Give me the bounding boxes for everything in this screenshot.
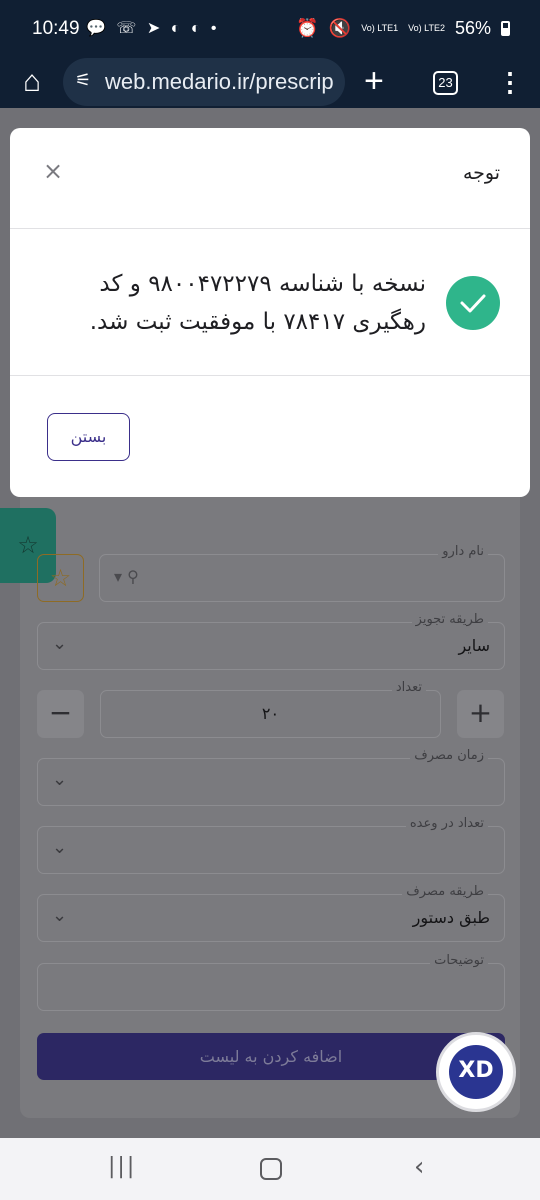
chevron-down-icon: ⌄: [52, 837, 68, 858]
check-circle-icon: [446, 276, 500, 330]
site-settings-icon[interactable]: ⚟: [75, 70, 91, 91]
drug-name-label: نام دارو: [438, 544, 488, 559]
dose-count-select[interactable]: تعداد در وعده ⌄: [37, 816, 505, 874]
modal-body: نسخه با شناسه ۹۸۰۰۴۷۲۲۷۹ و کد رهگیری ۷۸۴…: [10, 229, 530, 376]
favorite-star-button[interactable]: ☆: [37, 554, 84, 602]
status-time: 10:49: [32, 18, 80, 39]
battery-percent: 56%: [454, 18, 491, 38]
recents-icon[interactable]: |||: [108, 1154, 136, 1179]
mute-icon: 🔇: [328, 18, 352, 38]
browser-menu-icon[interactable]: ⋮: [497, 64, 523, 100]
star-icon: ☆: [49, 564, 72, 592]
home-nav-icon[interactable]: [260, 1158, 282, 1180]
browser-toolbar: ⌂ ⚟ web.medario.ir/prescrip + 23 ⋮: [0, 58, 540, 108]
battery-icon: [501, 21, 510, 36]
notes-input[interactable]: توضیحات: [37, 953, 505, 1011]
status-right: ⏰ 🔇 Vo) LTE1 Vo) LTE2 56%: [296, 18, 510, 39]
system-nav-bar: ||| ‹: [0, 1138, 540, 1200]
prescription-method-label: طریقه تجویز: [411, 612, 488, 627]
network-lte2: Vo) LTE2: [408, 23, 445, 33]
tab-switcher-button[interactable]: 23: [433, 71, 458, 95]
notes-label: توضیحات: [430, 953, 488, 968]
status-bar: 10:49 💬 ☏ ➤ ◐ ◐ • ⏰ 🔇 Vo) LTE1 Vo) LTE2 …: [0, 0, 540, 58]
drug-search-input[interactable]: نام دارو ▾ ⚲: [99, 544, 505, 602]
url-text: web.medario.ir/prescrip: [105, 69, 334, 94]
notice-modal: توجه × نسخه با شناسه ۹۸۰۰۴۷۲۲۷۹ و کد رهگ…: [10, 128, 530, 497]
new-tab-icon[interactable]: +: [364, 62, 384, 100]
brand-logo-icon: XD: [449, 1045, 503, 1099]
dropdown-search-icon: ▾ ⚲: [114, 567, 139, 586]
chevron-down-icon: ⌄: [52, 633, 68, 654]
quantity-input[interactable]: تعداد ۲۰: [100, 680, 441, 738]
success-message: نسخه با شناسه ۹۸۰۰۴۷۲۲۷۹ و کد رهگیری ۷۸۴…: [89, 271, 426, 335]
dose-count-label: تعداد در وعده: [405, 816, 488, 831]
support-chat-button[interactable]: XD: [436, 1032, 516, 1112]
usage-method-label: طریقه مصرف: [402, 884, 488, 899]
star-list-icon: ☆: [17, 531, 39, 559]
usage-method-select[interactable]: طریقه مصرف طبق دستور ⌄: [37, 884, 505, 942]
add-to-list-button[interactable]: اضافه کردن به لیست: [37, 1033, 505, 1080]
quantity-label: تعداد: [391, 680, 426, 695]
home-icon[interactable]: ⌂: [14, 64, 50, 100]
usage-method-value: طبق دستور: [412, 908, 490, 927]
quantity-increment-button[interactable]: +: [457, 690, 504, 738]
prescription-method-select[interactable]: طریقه تجویز سایر ⌄: [37, 612, 505, 670]
modal-title: توجه: [462, 162, 500, 184]
prescription-method-value: سایر: [458, 636, 490, 655]
address-bar[interactable]: ⚟ web.medario.ir/prescrip: [63, 58, 345, 106]
usage-time-select[interactable]: زمان مصرف ⌄: [37, 748, 505, 806]
notification-icons: 💬 ☏ ➤ ◐ ◐ •: [86, 20, 220, 37]
close-icon[interactable]: ×: [40, 158, 66, 184]
chevron-down-icon: ⌄: [52, 769, 68, 790]
quantity-decrement-button[interactable]: −: [37, 690, 84, 738]
chevron-down-icon: ⌄: [52, 905, 68, 926]
alarm-icon: ⏰: [296, 18, 319, 38]
usage-time-label: زمان مصرف: [410, 748, 488, 763]
network-lte1: Vo) LTE1: [361, 23, 399, 33]
back-icon[interactable]: ‹: [414, 1152, 424, 1182]
modal-header: توجه ×: [10, 128, 530, 229]
quantity-value: ۲۰: [261, 704, 280, 723]
close-button[interactable]: بستن: [47, 413, 130, 461]
